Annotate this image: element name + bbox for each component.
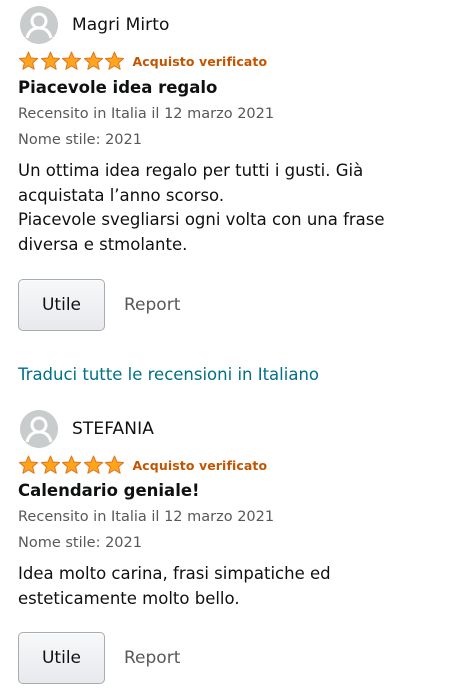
review-date: Recensito in Italia il 12 marzo 2021 [18, 509, 275, 525]
star-icon [40, 455, 60, 474]
reviewer-profile[interactable]: Magri Mirto [20, 6, 170, 44]
star-icon [83, 51, 103, 70]
review-body-line: Piacevole svegliarsi ogni volta con una … [18, 210, 385, 229]
review-body-line: Un ottima idea regalo per tutti i gusti.… [18, 161, 364, 180]
reviewer-profile[interactable]: STEFANIA [20, 410, 154, 448]
star-rating[interactable] [18, 51, 126, 71]
review-style: Nome stile: 2021 [18, 132, 142, 148]
star-icon [61, 455, 82, 474]
rating-row: Acquisto verificato [18, 455, 267, 475]
review-body: Idea molto carina, frasi simpatiche ed e… [18, 562, 458, 611]
user-avatar-icon [20, 6, 58, 44]
reviewer-name: Magri Mirto [72, 15, 170, 35]
review-body-line: acquistata l’anno scorso. [18, 185, 225, 205]
review-actions: Utile Report [18, 279, 180, 331]
verified-purchase-badge: Acquisto verificato [132, 457, 268, 473]
star-rating[interactable] [18, 455, 126, 475]
helpful-button[interactable]: Utile [18, 279, 105, 331]
report-link[interactable]: Report [124, 648, 180, 668]
review-title[interactable]: Calendario geniale! [18, 481, 200, 500]
review-body-line: diversa e stmolante. [18, 234, 188, 254]
helpful-button[interactable]: Utile [18, 632, 105, 684]
review-title[interactable]: Piacevole idea regalo [18, 78, 217, 97]
star-icon [104, 455, 125, 474]
star-icon [40, 51, 60, 70]
report-link[interactable]: Report [124, 295, 180, 315]
star-icon [83, 455, 103, 474]
review-actions: Utile Report [18, 632, 180, 684]
review-body-line: Idea molto carina, frasi simpatiche ed [18, 564, 331, 583]
user-avatar-icon [20, 410, 58, 448]
star-icon [104, 51, 125, 70]
star-icon [61, 51, 82, 70]
review-body: Un ottima idea regalo per tutti i gusti.… [18, 159, 458, 257]
reviewer-name: STEFANIA [72, 419, 154, 439]
review-style: Nome stile: 2021 [18, 535, 142, 551]
star-icon [18, 455, 39, 474]
verified-purchase-badge: Acquisto verificato [132, 53, 268, 69]
translate-all-reviews-link[interactable]: Traduci tutte le recensioni in Italiano [18, 365, 319, 384]
review-date: Recensito in Italia il 12 marzo 2021 [18, 106, 275, 122]
star-icon [18, 51, 39, 70]
review-body-line: esteticamente molto bello. [18, 588, 240, 608]
rating-row: Acquisto verificato [18, 51, 267, 71]
